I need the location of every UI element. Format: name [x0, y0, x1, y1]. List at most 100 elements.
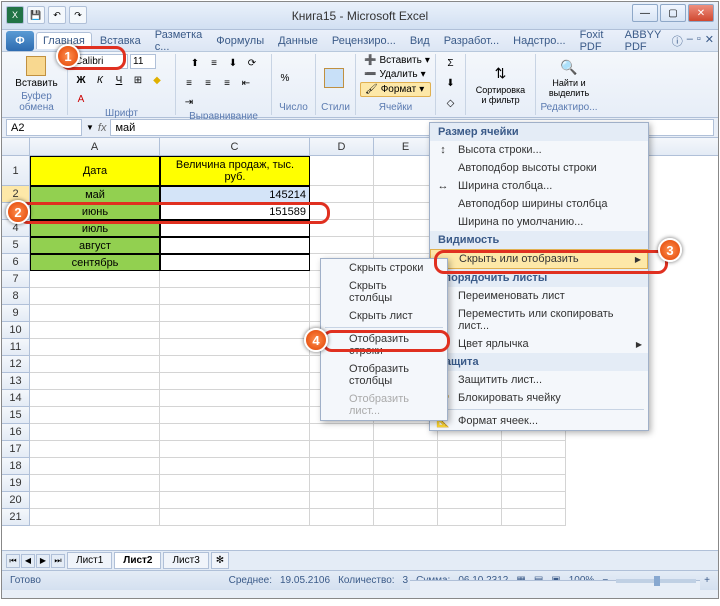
cell[interactable] [30, 373, 160, 390]
cell[interactable] [160, 407, 310, 424]
insert-cells-button[interactable]: ➕Вставить ▾ [360, 54, 431, 67]
fx-icon[interactable]: fx [98, 122, 107, 134]
clear-button[interactable]: ◇ [442, 94, 460, 112]
tab-dev[interactable]: Разработ... [438, 33, 505, 49]
menu-tab-color[interactable]: Цвет ярлычка▶ [430, 335, 648, 353]
cell[interactable] [310, 186, 374, 203]
menu-protect-sheet[interactable]: 🔒Защитить лист... [430, 371, 648, 389]
cell-a1[interactable]: Дата [30, 156, 160, 186]
cell[interactable] [502, 492, 566, 509]
cell[interactable] [160, 271, 310, 288]
cell-a2[interactable]: май [30, 186, 160, 203]
row-header[interactable]: 19 [2, 475, 30, 492]
select-all-corner[interactable] [2, 138, 30, 155]
cell[interactable] [30, 356, 160, 373]
cell[interactable] [160, 288, 310, 305]
border-button[interactable]: ⊞ [129, 71, 147, 89]
namebox-dropdown-icon[interactable]: ▼ [86, 123, 94, 132]
align-left-button[interactable]: ≡ [180, 74, 198, 92]
cell[interactable] [502, 475, 566, 492]
menu-lock-cell[interactable]: 🔐Блокировать ячейку [430, 389, 648, 407]
row-header-1[interactable]: 1 [2, 156, 30, 186]
row-header[interactable]: 9 [2, 305, 30, 322]
cell[interactable] [374, 509, 438, 526]
submenu-hide-rows[interactable]: Скрыть строки [321, 259, 447, 277]
cell[interactable] [30, 475, 160, 492]
submenu-show-rows[interactable]: Отобразить строки [321, 330, 447, 360]
cell[interactable] [160, 475, 310, 492]
cell[interactable] [160, 322, 310, 339]
fill-color-button[interactable]: ◆ [148, 71, 166, 89]
cell[interactable] [160, 492, 310, 509]
submenu-hide-sheet[interactable]: Скрыть лист [321, 307, 447, 325]
bold-button[interactable]: Ж [72, 71, 90, 89]
cell[interactable] [160, 509, 310, 526]
cell-c3[interactable]: 151589 [160, 203, 310, 220]
sheet-nav-last[interactable]: ⏭ [51, 554, 65, 568]
sheet-tab-1[interactable]: Лист1 [67, 552, 112, 569]
cell[interactable] [502, 509, 566, 526]
cell[interactable] [438, 441, 502, 458]
cell-a3[interactable]: июнь [30, 203, 160, 220]
help-icon[interactable]: ⓘ [672, 33, 683, 49]
cell[interactable] [160, 390, 310, 407]
row-header[interactable]: 7 [2, 271, 30, 288]
cell[interactable] [502, 458, 566, 475]
menu-format-cells[interactable]: 📐Формат ячеек... [430, 412, 648, 430]
restore-icon[interactable]: ▫ [697, 33, 701, 49]
cell[interactable] [30, 288, 160, 305]
redo-icon[interactable]: ↷ [69, 6, 87, 24]
submenu-show-cols[interactable]: Отобразить столбцы [321, 360, 447, 390]
name-box[interactable]: A2 [6, 119, 82, 136]
cell[interactable] [30, 305, 160, 322]
tab-abbyy[interactable]: ABBYY PDF [619, 27, 670, 55]
cell[interactable] [160, 339, 310, 356]
cell-a6[interactable]: сентябрь [30, 254, 160, 271]
cell[interactable] [160, 458, 310, 475]
row-header-6[interactable]: 6 [2, 254, 30, 271]
cell[interactable] [438, 458, 502, 475]
cell[interactable] [438, 509, 502, 526]
sheet-nav-first[interactable]: ⏮ [6, 554, 20, 568]
cell-a4[interactable]: июль [30, 220, 160, 237]
tab-view[interactable]: Вид [404, 33, 436, 49]
zoom-slider[interactable] [616, 579, 696, 583]
tab-formulas[interactable]: Формулы [210, 33, 270, 49]
cell[interactable] [160, 305, 310, 322]
sheet-tab-2[interactable]: Лист2 [114, 552, 161, 569]
sheet-nav-prev[interactable]: ◀ [21, 554, 35, 568]
cell-c6[interactable] [160, 254, 310, 271]
menu-col-width[interactable]: ↔Ширина столбца... [430, 177, 648, 195]
cell[interactable] [502, 441, 566, 458]
cell[interactable] [310, 492, 374, 509]
cell-c4[interactable] [160, 220, 310, 237]
menu-rename-sheet[interactable]: Переименовать лист [430, 287, 648, 305]
row-header-5[interactable]: 5 [2, 237, 30, 254]
cell[interactable] [160, 424, 310, 441]
cell[interactable] [30, 339, 160, 356]
cell-c1[interactable]: Величина продаж, тыс. руб. [160, 156, 310, 186]
menu-row-height[interactable]: ↕Высота строки... [430, 141, 648, 159]
cell-c5[interactable] [160, 237, 310, 254]
sheet-nav-next[interactable]: ▶ [36, 554, 50, 568]
menu-move-copy-sheet[interactable]: Переместить или скопировать лист... [430, 305, 648, 335]
menu-hide-show[interactable]: Скрыть или отобразить▶ [430, 249, 648, 269]
cell[interactable] [310, 203, 374, 220]
cell[interactable] [310, 424, 374, 441]
cell[interactable] [30, 322, 160, 339]
minimize-button[interactable]: — [632, 4, 658, 22]
cell-a5[interactable]: август [30, 237, 160, 254]
number-format-button[interactable]: % [276, 69, 294, 87]
delete-cells-button[interactable]: ➖Удалить ▾ [360, 68, 431, 81]
tab-foxit[interactable]: Foxit PDF [574, 27, 617, 55]
underline-button[interactable]: Ч [110, 71, 128, 89]
cell[interactable] [438, 492, 502, 509]
align-middle-button[interactable]: ≡ [205, 54, 223, 72]
format-cells-button[interactable]: 🖌Формат ▾ [360, 82, 431, 97]
cell[interactable] [30, 271, 160, 288]
row-header[interactable]: 15 [2, 407, 30, 424]
cell[interactable] [160, 356, 310, 373]
file-tab[interactable]: Ф [6, 31, 34, 51]
row-header[interactable]: 21 [2, 509, 30, 526]
cell[interactable] [374, 441, 438, 458]
